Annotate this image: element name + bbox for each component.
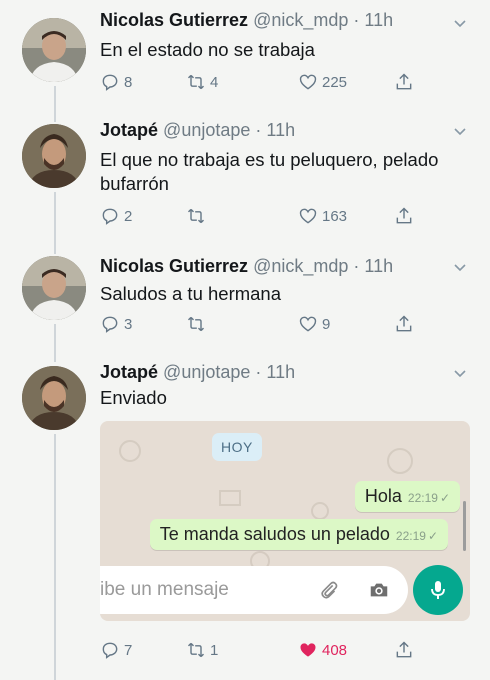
heart-filled-icon [300, 643, 316, 657]
share-icon [396, 207, 412, 224]
tweet-time[interactable]: · 11h [353, 10, 393, 30]
reply-count: 2 [124, 207, 133, 225]
avatar[interactable] [22, 18, 86, 82]
reply-count: 3 [124, 315, 133, 333]
reply-button[interactable]: 7 [100, 640, 132, 660]
share-button[interactable] [394, 72, 414, 92]
user-handle[interactable]: @unjotape [163, 120, 250, 140]
user-handle[interactable]: @nick_mdp [253, 10, 348, 30]
reply-count: 7 [124, 641, 133, 659]
chevron-down-icon[interactable] [452, 366, 468, 382]
tweet[interactable]: Jotapé @unjotape · 11h El que no trabaja… [0, 120, 490, 256]
retweet-button[interactable]: 4 [186, 72, 218, 92]
date-chip: HOY [212, 433, 262, 461]
tweet-actions: 3 9 [100, 314, 430, 336]
message-input-placeholder: ibe un mensaje [100, 579, 229, 600]
like-button[interactable]: 163 [298, 206, 347, 226]
reply-button[interactable]: 2 [100, 206, 132, 226]
reply-icon [102, 74, 118, 91]
sent-tick-icon: ✓ [427, 529, 438, 543]
share-icon [396, 641, 412, 658]
share-icon [396, 73, 412, 90]
avatar[interactable] [22, 124, 86, 188]
share-button[interactable] [394, 206, 414, 226]
reply-count: 8 [124, 73, 133, 91]
tweet-actions: 2 163 [100, 206, 430, 228]
user-handle[interactable]: @unjotape [163, 362, 250, 382]
like-count: 163 [322, 207, 348, 225]
display-name[interactable]: Nicolas Gutierrez [100, 10, 248, 30]
heart-icon [299, 208, 317, 224]
camera-icon[interactable] [368, 579, 390, 601]
display-name[interactable]: Jotapé [100, 362, 158, 382]
outgoing-message[interactable]: Hola 22:19 ✓ [354, 481, 460, 512]
whatsapp-screenshot[interactable]: HOY Hola 22:19 ✓ Te manda saludos un pelad… [100, 421, 470, 621]
share-button[interactable] [394, 314, 414, 334]
retweet-icon [187, 316, 205, 332]
avatar[interactable] [22, 366, 86, 430]
tweet-header: Jotapé @unjotape · 11h [100, 120, 295, 141]
like-count: 225 [322, 73, 348, 91]
tweet-text: El que no trabaja es tu peluquero, pelad… [100, 149, 439, 194]
user-handle[interactable]: @nick_mdp [253, 256, 348, 276]
message-text: Te manda saludos un pelado [159, 524, 390, 544]
tweet-actions: 8 4 225 [100, 72, 430, 94]
chevron-down-icon[interactable] [452, 16, 468, 32]
reply-button[interactable]: 3 [100, 314, 132, 334]
like-button[interactable]: 408 [298, 640, 347, 660]
voice-record-button[interactable] [413, 565, 463, 615]
share-icon [396, 315, 412, 332]
tweet-time[interactable]: · 11h [353, 256, 393, 276]
retweet-button[interactable]: 1 [186, 640, 218, 660]
display-name[interactable]: Jotapé [100, 120, 158, 140]
chevron-down-icon[interactable] [452, 260, 468, 276]
display-name[interactable]: Nicolas Gutierrez [100, 256, 248, 276]
tweet-text: En el estado no se trabaja [100, 39, 315, 60]
tweet-header: Jotapé @unjotape · 11h [100, 362, 295, 383]
tweet[interactable]: Nicolas Gutierrez @nick_mdp · 11h En el … [0, 0, 490, 120]
tweet-header: Nicolas Gutierrez @nick_mdp · 11h [100, 10, 393, 31]
retweet-count: 1 [210, 641, 219, 659]
reply-icon [102, 642, 118, 659]
scrollbar[interactable] [463, 501, 466, 551]
share-button[interactable] [394, 640, 414, 660]
tweet-text: Saludos a tu hermana [100, 283, 282, 304]
avatar[interactable] [22, 256, 86, 320]
retweet-button[interactable] [186, 206, 210, 226]
retweet-button[interactable] [186, 314, 210, 334]
tweet-header: Nicolas Gutierrez @nick_mdp · 11h [100, 256, 393, 277]
tweet-time[interactable]: · 11h [255, 362, 295, 382]
tweet[interactable]: Nicolas Gutierrez @nick_mdp · 11h Saludo… [0, 256, 490, 366]
message-input[interactable]: ibe un mensaje [100, 566, 408, 614]
microphone-icon [431, 581, 445, 599]
heart-icon [299, 316, 317, 332]
tweet-actions: 7 1 408 [100, 640, 430, 662]
chevron-down-icon[interactable] [452, 124, 468, 140]
like-button[interactable]: 9 [298, 314, 330, 334]
like-button[interactable]: 225 [298, 72, 347, 92]
sent-tick-icon: ✓ [439, 491, 450, 505]
paperclip-icon[interactable] [318, 579, 340, 601]
like-count: 9 [322, 315, 331, 333]
like-count: 408 [322, 641, 348, 659]
retweet-count: 4 [210, 73, 219, 91]
retweet-icon [187, 74, 205, 90]
message-time: 22:19 [395, 529, 426, 543]
reply-button[interactable]: 8 [100, 72, 132, 92]
tweet-text: Enviado [100, 387, 167, 408]
message-time: 22:19 [407, 491, 438, 505]
retweet-icon [187, 208, 205, 224]
reply-icon [102, 316, 118, 333]
message-text: Hola [364, 486, 402, 506]
heart-icon [299, 74, 317, 90]
retweet-icon [187, 642, 205, 658]
outgoing-message[interactable]: Te manda saludos un pelado 22:19 ✓ [149, 519, 448, 550]
reply-icon [102, 208, 118, 225]
tweet-time[interactable]: · 11h [255, 120, 295, 140]
